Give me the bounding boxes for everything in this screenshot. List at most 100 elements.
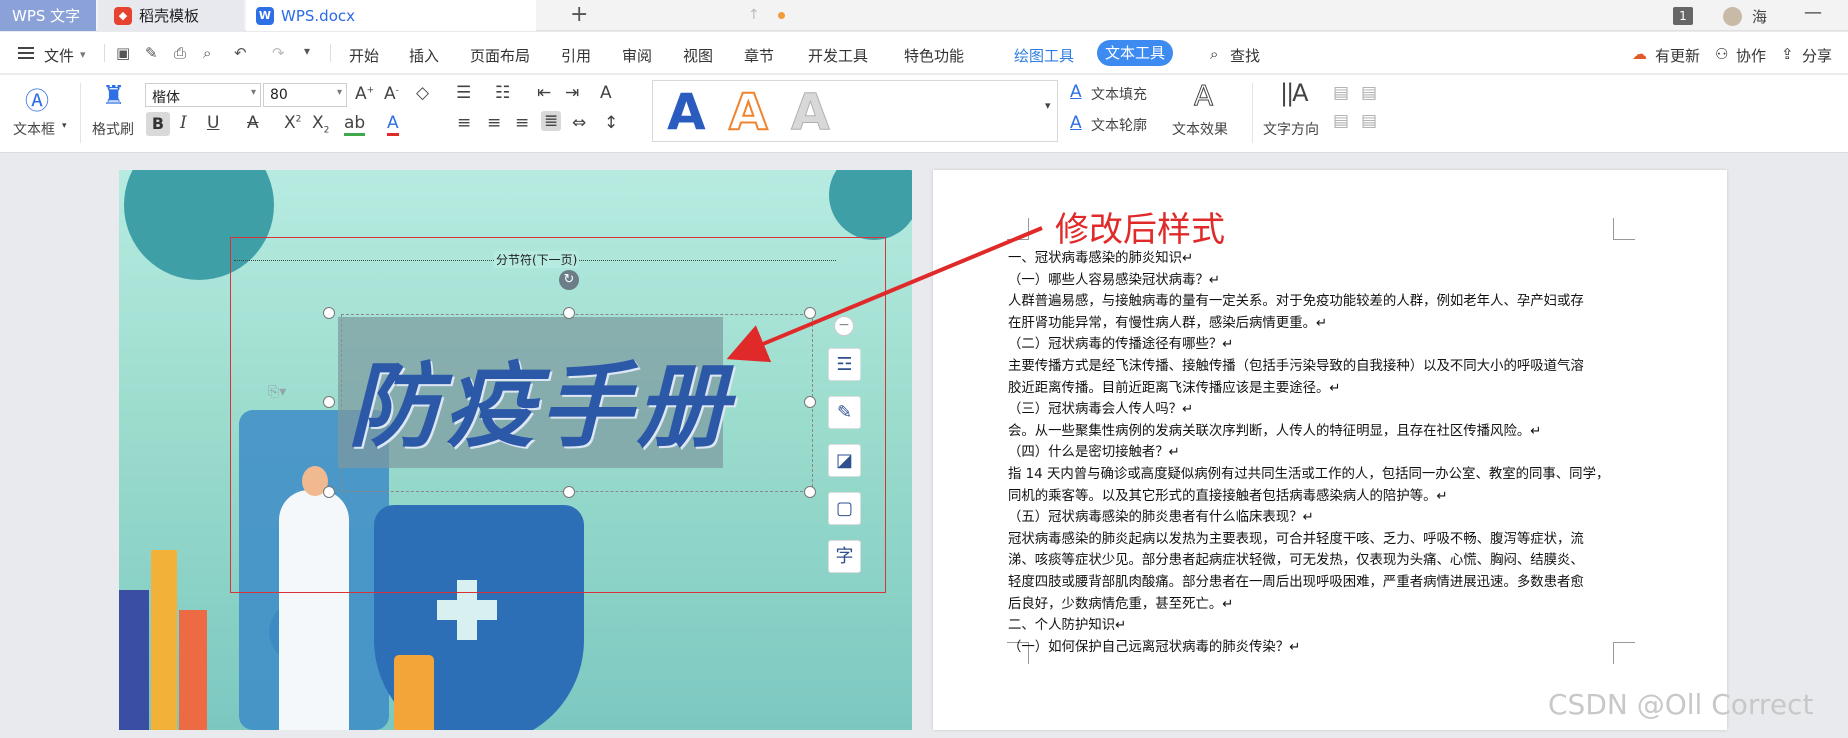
print-preview-icon[interactable]: ⌕ [203, 44, 211, 62]
decrease-indent-icon[interactable]: ⇤ [537, 83, 551, 103]
textbox-button[interactable]: 文本框 [13, 119, 55, 139]
new-tab-button[interactable]: + [570, 2, 588, 27]
distribute-icon[interactable]: ⇔ [572, 113, 586, 133]
menu-view[interactable]: 视图 [683, 45, 713, 66]
document-body[interactable]: 一、冠状病毒感染的肺炎知识↵ （一）哪些人容易感染冠状病毒？↵ 人群普遍易感，与… [1008, 248, 1620, 658]
align-right-icon[interactable]: ≡ [515, 113, 529, 133]
menu-collab[interactable]: 协作 [1736, 45, 1766, 66]
highlight-icon[interactable]: ab [344, 113, 366, 136]
format-painter-icon[interactable]: ♜ [102, 81, 125, 111]
minimize-button[interactable]: — [1804, 2, 1822, 23]
text-direction-small-icon[interactable]: A [600, 83, 612, 103]
text-direction-button[interactable]: 文字方向 [1263, 119, 1319, 139]
increase-indent-icon[interactable]: ⇥ [565, 83, 579, 103]
subscript-button[interactable]: X2 [312, 113, 329, 135]
rotate-handle-icon[interactable]: ↻ [559, 270, 579, 290]
window-count-badge[interactable]: 1 [1673, 7, 1693, 25]
resize-handle-se[interactable] [804, 486, 816, 498]
share-icon[interactable]: ⇪ [1781, 45, 1794, 63]
outline-style-icon[interactable]: ▢ [828, 492, 861, 525]
bold-button[interactable]: B [146, 112, 170, 136]
save-icon[interactable]: ▣ [116, 44, 130, 62]
gallery-more-icon[interactable]: ▾ [1045, 99, 1051, 112]
text-effect-button[interactable]: 文本效果 [1172, 119, 1228, 139]
text-effect-icon[interactable]: A [1193, 79, 1213, 113]
align-center-icon[interactable]: ≡ [487, 113, 501, 133]
menu-insert[interactable]: 插入 [409, 45, 439, 66]
font-shrink-icon[interactable]: A- [384, 84, 399, 104]
superscript-button[interactable]: X2 [284, 113, 301, 133]
tab-document[interactable]: W WPS.docx ↑ [246, 0, 785, 31]
menu-share[interactable]: 分享 [1802, 45, 1832, 66]
style-preset-blue[interactable]: A [667, 83, 706, 141]
textbox-prev-icon[interactable]: ▤ [1333, 111, 1349, 131]
text-wrap-icon[interactable]: 字 [828, 540, 861, 573]
menu-references[interactable]: 引用 [561, 45, 591, 66]
menu-file[interactable]: 文件 [44, 45, 74, 66]
menu-review[interactable]: 审阅 [622, 45, 652, 66]
text-outline-icon[interactable]: A [1070, 113, 1082, 133]
resize-handle-w[interactable] [323, 396, 335, 408]
justify-icon[interactable]: ≣ [541, 111, 562, 131]
underline-button[interactable]: U [207, 113, 219, 133]
text-fill-button[interactable]: 文本填充 [1091, 84, 1147, 104]
line-spacing-icon[interactable]: ↕ [604, 113, 618, 133]
style-preset-gray[interactable]: A [791, 83, 831, 142]
menu-search[interactable]: 查找 [1230, 45, 1260, 66]
text-fill-icon[interactable]: A [1070, 82, 1082, 102]
menu-update[interactable]: 有更新 [1655, 45, 1700, 66]
format-painter-button[interactable]: 格式刷 [92, 119, 134, 139]
redo-icon[interactable]: ↷ [272, 44, 285, 62]
menu-special[interactable]: 特色功能 [904, 45, 964, 66]
textbox-icon[interactable]: Ⓐ [25, 81, 49, 116]
format-painter-qat-icon[interactable]: ✎ [145, 44, 158, 62]
menu-developer[interactable]: 开发工具 [808, 45, 868, 66]
textbox-link-icon[interactable]: ▤ [1333, 83, 1349, 103]
textbox-unlink-icon[interactable]: ▤ [1361, 83, 1377, 103]
resize-handle-n[interactable] [563, 307, 575, 319]
undo-icon[interactable]: ↶ [234, 44, 247, 62]
chevron-down-icon[interactable]: ▾ [80, 48, 86, 61]
menu-drawing-tools[interactable]: 绘图工具 [1014, 45, 1074, 66]
style-preset-orange-outline[interactable]: A [728, 82, 769, 142]
numbered-list-icon[interactable]: ☷ [495, 83, 510, 103]
search-icon[interactable]: ⌕ [1210, 45, 1218, 63]
bullet-list-icon[interactable]: ☰ [456, 83, 471, 103]
strikethrough-button[interactable]: A [247, 113, 259, 133]
align-left-icon[interactable]: ≡ [457, 113, 471, 133]
print-icon[interactable]: ⎙ [174, 44, 186, 62]
cover-title[interactable]: 防疫手册 [348, 332, 732, 465]
resize-handle-nw[interactable] [323, 307, 335, 319]
collapse-toolbar-icon[interactable]: − [834, 316, 854, 336]
font-grow-icon[interactable]: A+ [355, 84, 374, 104]
layout-options-icon[interactable]: ☲ [828, 348, 861, 381]
collab-user-icon[interactable]: ⚇ [1715, 45, 1728, 63]
textbox-next-icon[interactable]: ▤ [1361, 111, 1377, 131]
menu-page-layout[interactable]: 页面布局 [470, 45, 530, 66]
text-outline-button[interactable]: 文本轮廓 [1091, 115, 1147, 135]
font-name-select[interactable]: 楷体 [145, 83, 261, 107]
avatar[interactable] [1723, 7, 1742, 26]
resize-handle-s[interactable] [563, 486, 575, 498]
font-color-icon[interactable]: A [387, 113, 399, 136]
font-size-select[interactable]: 80 [263, 83, 347, 107]
menu-text-tools[interactable]: 文本工具 [1097, 40, 1173, 66]
chevron-down-icon[interactable]: ▾ [62, 121, 67, 131]
resize-handle-e[interactable] [804, 396, 816, 408]
resize-handle-ne[interactable] [804, 307, 816, 319]
brush-style-icon[interactable]: ✎ [828, 396, 861, 429]
upload-icon[interactable]: ↑ [748, 7, 760, 23]
resize-handle-sw[interactable] [323, 486, 335, 498]
fill-bucket-icon[interactable]: ◪ [828, 444, 861, 477]
text-direction-icon[interactable]: ||A [1280, 79, 1309, 107]
qat-more-icon[interactable]: ▾ [304, 44, 310, 58]
user-name[interactable]: 海 [1752, 6, 1767, 27]
tab-template[interactable]: ◆ 稻壳模板 [98, 0, 244, 31]
clear-format-icon[interactable]: ◇ [416, 83, 429, 103]
cloud-update-icon[interactable]: ☁ [1632, 45, 1647, 63]
tab-wps-writer[interactable]: WPS 文字 [0, 0, 96, 31]
hamburger-menu-icon[interactable] [18, 47, 34, 59]
italic-button[interactable]: I [180, 113, 187, 133]
menu-start[interactable]: 开始 [349, 45, 379, 66]
menu-chapter[interactable]: 章节 [744, 45, 774, 66]
